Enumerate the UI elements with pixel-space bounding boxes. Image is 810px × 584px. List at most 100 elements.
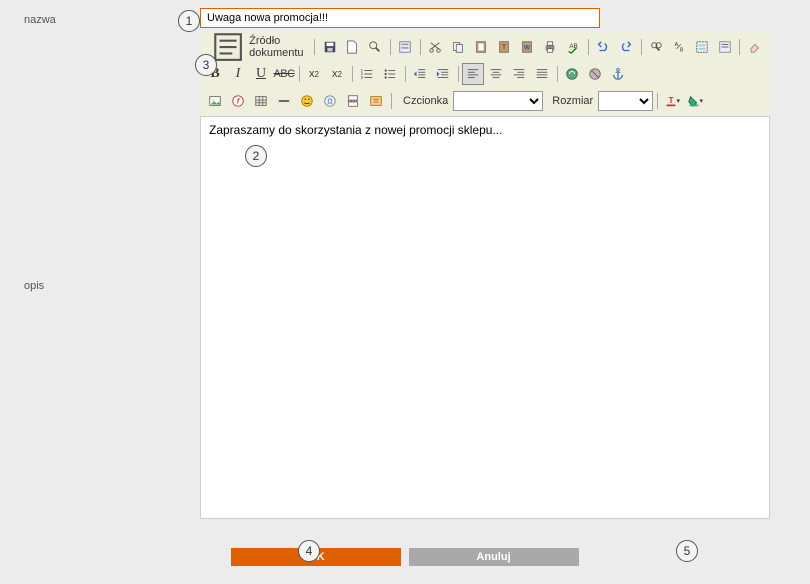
- link-icon: [565, 67, 579, 81]
- flash-icon: f: [231, 94, 245, 108]
- italic-button[interactable]: I: [227, 63, 249, 85]
- indent-button[interactable]: [432, 63, 454, 85]
- indent-icon: [436, 67, 450, 81]
- align-left-button[interactable]: [462, 63, 484, 85]
- separator: [388, 91, 394, 111]
- cut-button[interactable]: [424, 36, 446, 58]
- table-icon: [254, 94, 268, 108]
- underline-button[interactable]: U: [250, 63, 272, 85]
- smiley-button[interactable]: [296, 90, 318, 112]
- removeformat-button[interactable]: [714, 36, 736, 58]
- undo-icon: [596, 40, 610, 54]
- align-center-button[interactable]: [485, 63, 507, 85]
- paste-icon: [474, 40, 488, 54]
- align-left-icon: [466, 67, 480, 81]
- cancel-button[interactable]: Anuluj: [409, 548, 579, 566]
- ol-icon: 123: [360, 67, 374, 81]
- align-justify-button[interactable]: [531, 63, 553, 85]
- hr-button[interactable]: [273, 90, 295, 112]
- preview-button[interactable]: [364, 36, 386, 58]
- save-icon: [323, 40, 337, 54]
- separator: [455, 64, 461, 84]
- find-icon: [649, 40, 663, 54]
- selectall-button[interactable]: [691, 36, 713, 58]
- marker-5: 5: [676, 540, 698, 562]
- flash-button[interactable]: f: [227, 90, 249, 112]
- print-icon: [543, 40, 557, 54]
- source-icon: [211, 30, 245, 64]
- size-select[interactable]: [598, 91, 653, 111]
- separator: [402, 64, 408, 84]
- redo-icon: [619, 40, 633, 54]
- strikethrough-button[interactable]: ABC: [273, 63, 295, 85]
- separator: [387, 37, 393, 57]
- superscript-button[interactable]: x2: [326, 63, 348, 85]
- universal-button[interactable]: [365, 90, 387, 112]
- image-icon: [208, 94, 222, 108]
- align-right-icon: [512, 67, 526, 81]
- label-name: nazwa: [0, 0, 200, 26]
- table-button[interactable]: [250, 90, 272, 112]
- marker-3: 3: [195, 54, 217, 76]
- link-button[interactable]: [561, 63, 583, 85]
- image-button[interactable]: [204, 90, 226, 112]
- page-icon: [345, 40, 359, 54]
- separator: [349, 64, 355, 84]
- separator: [638, 37, 644, 57]
- eraser-button[interactable]: [744, 36, 766, 58]
- paste-button[interactable]: [470, 36, 492, 58]
- copy-button[interactable]: [447, 36, 469, 58]
- label-desc: opis: [24, 280, 44, 292]
- magnifier-icon: [368, 40, 382, 54]
- separator: [654, 91, 660, 111]
- replace-icon: AB: [672, 40, 686, 54]
- save-button[interactable]: [319, 36, 341, 58]
- specialchar-button[interactable]: Ω: [319, 90, 341, 112]
- separator: [585, 37, 591, 57]
- new-page-button[interactable]: [342, 36, 364, 58]
- eraser-icon: [748, 40, 762, 54]
- align-center-icon: [489, 67, 503, 81]
- outdent-icon: [413, 67, 427, 81]
- align-justify-icon: [535, 67, 549, 81]
- selectall-icon: [695, 40, 709, 54]
- font-label: Czcionka: [403, 95, 448, 107]
- svg-text:T: T: [502, 45, 507, 52]
- hr-icon: [277, 94, 291, 108]
- font-select[interactable]: [453, 91, 543, 111]
- bgcolor-button[interactable]: ▾: [684, 90, 706, 112]
- anchor-button[interactable]: [607, 63, 629, 85]
- editor-content[interactable]: Zapraszamy do skorzystania z nowej promo…: [200, 117, 770, 519]
- print-button[interactable]: [539, 36, 561, 58]
- redo-button[interactable]: [615, 36, 637, 58]
- unlink-icon: [588, 67, 602, 81]
- specialchar-icon: Ω: [323, 94, 337, 108]
- replace-button[interactable]: AB: [668, 36, 690, 58]
- template-icon: [398, 40, 412, 54]
- anchor-icon: [611, 67, 625, 81]
- templates-button[interactable]: [394, 36, 416, 58]
- align-right-button[interactable]: [508, 63, 530, 85]
- find-button[interactable]: [645, 36, 667, 58]
- unorderedlist-button[interactable]: [379, 63, 401, 85]
- outdent-button[interactable]: [409, 63, 431, 85]
- scissors-icon: [428, 40, 442, 54]
- marker-4: 4: [298, 540, 320, 562]
- source-button[interactable]: Źródło dokumentu: [204, 36, 311, 58]
- subscript-button[interactable]: x2: [303, 63, 325, 85]
- pagebreak-button[interactable]: [342, 90, 364, 112]
- unlink-button[interactable]: [584, 63, 606, 85]
- textcolor-button[interactable]: T▾: [661, 90, 683, 112]
- editor-container: Źródło dokumentu T W AB: [200, 32, 770, 519]
- paste-word-button[interactable]: W: [516, 36, 538, 58]
- separator: [737, 37, 743, 57]
- spellcheck-button[interactable]: AB: [562, 36, 584, 58]
- name-input[interactable]: [200, 8, 600, 28]
- undo-button[interactable]: [592, 36, 614, 58]
- pagebreak-icon: [346, 94, 360, 108]
- svg-text:Ω: Ω: [327, 99, 332, 106]
- ul-icon: [383, 67, 397, 81]
- orderedlist-button[interactable]: 123: [356, 63, 378, 85]
- paste-word-icon: W: [520, 40, 534, 54]
- paste-text-button[interactable]: T: [493, 36, 515, 58]
